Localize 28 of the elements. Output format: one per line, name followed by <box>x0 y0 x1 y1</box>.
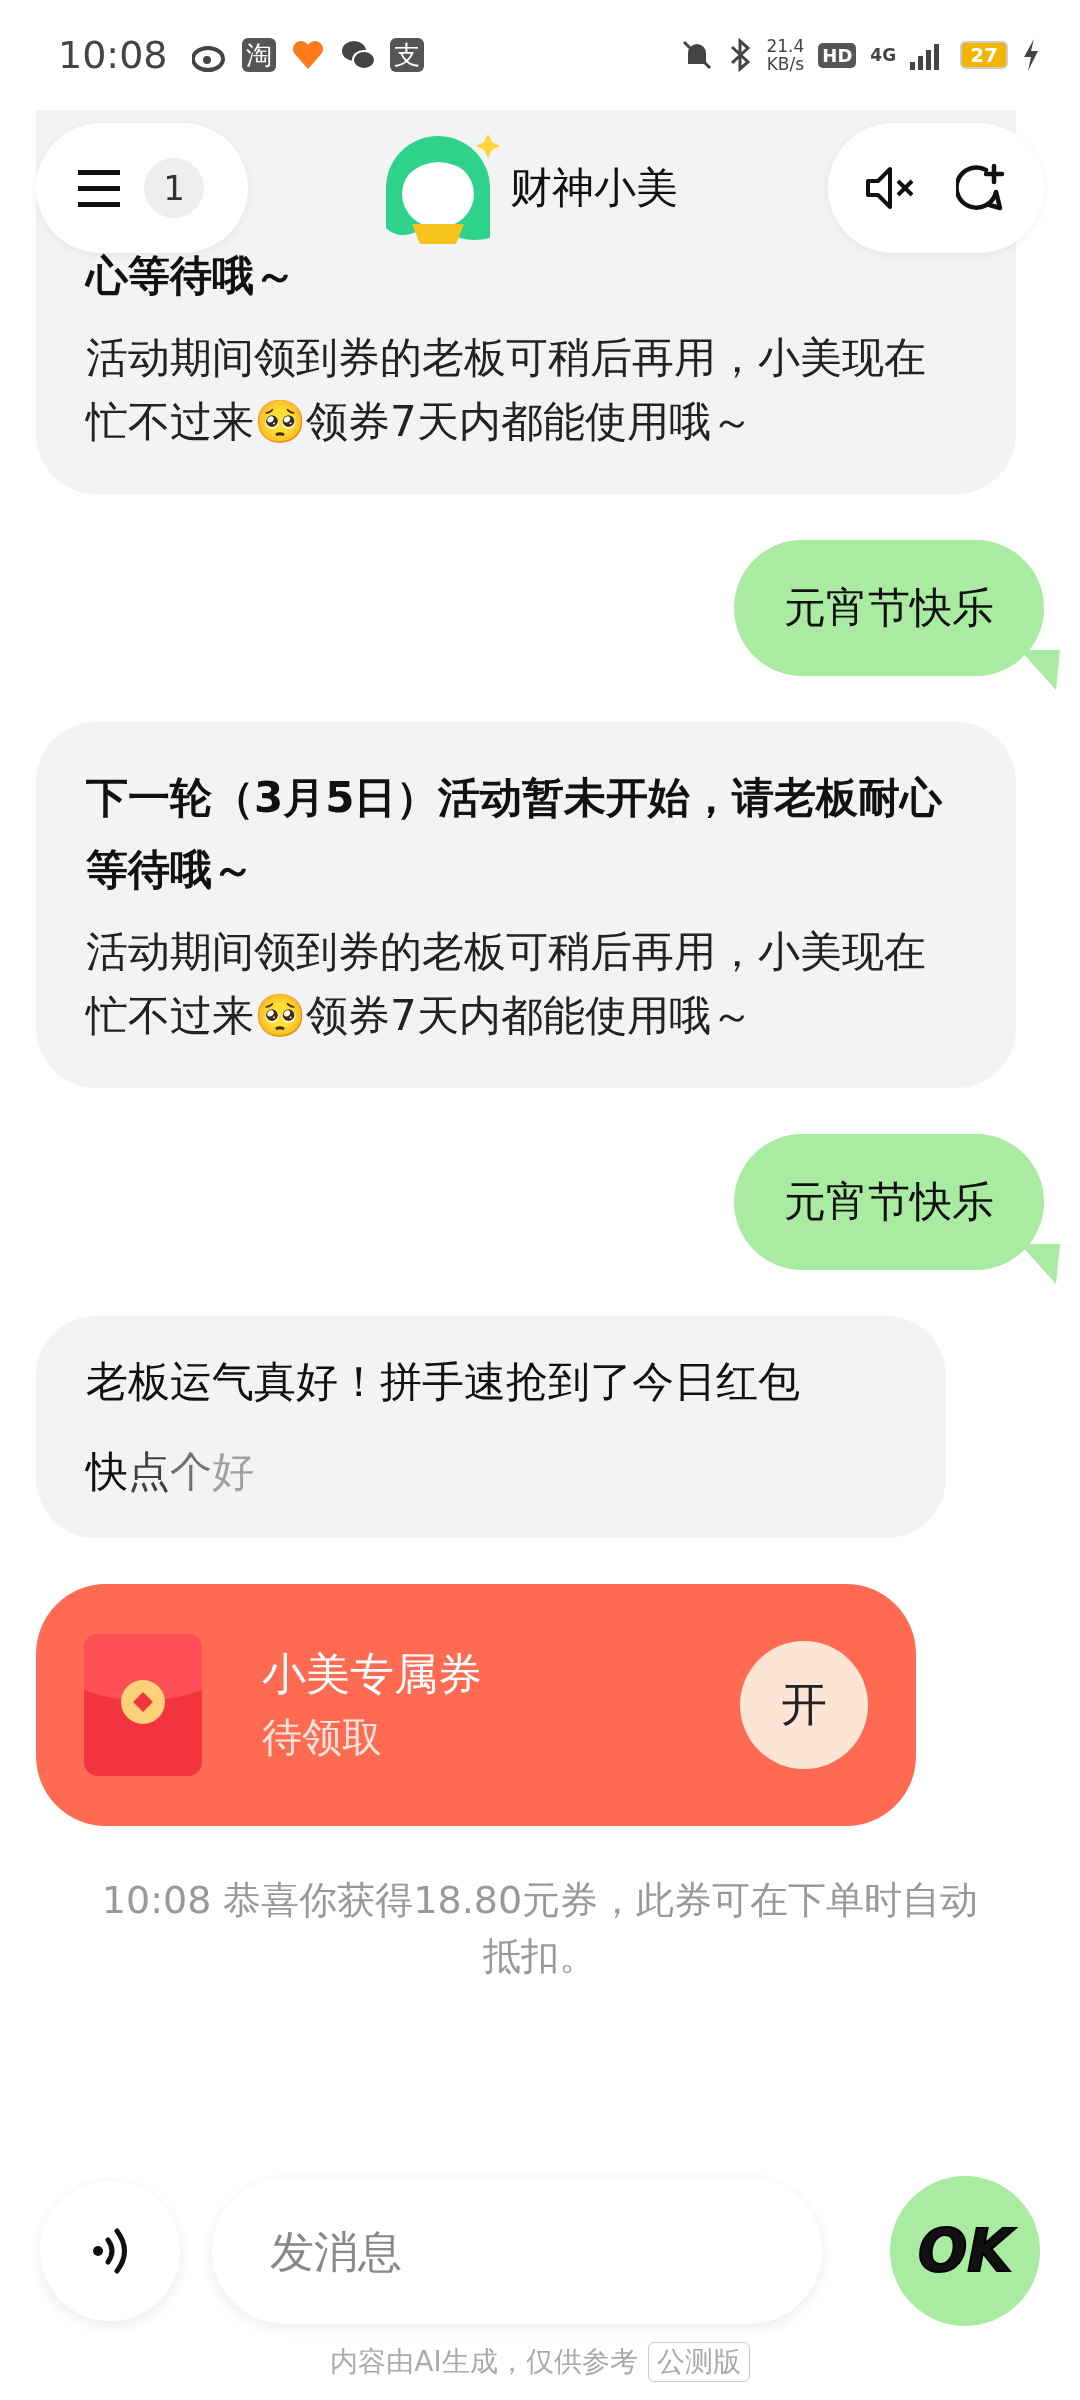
disclaimer-text: 内容由AI生成，仅供参考 <box>330 2344 638 2380</box>
status-time: 10:08 <box>58 33 168 77</box>
ok-button[interactable]: OK <box>890 2176 1040 2326</box>
speed-value: 21.4 <box>766 37 805 55</box>
count-badge: 1 <box>144 158 204 218</box>
app-icon: 支 <box>389 38 424 72</box>
network-type: 4G <box>870 45 897 65</box>
bluetooth-icon <box>728 38 753 72</box>
coupon-status: 待领取 <box>262 1713 383 1762</box>
message-text: 活动期间领到券的老板可稍后再用，小美现在忙不过来🥺领券7天内都能使用哦～ <box>86 926 927 1042</box>
message-text: 老板运气真好！拼手速抢到了今日红包 <box>86 1356 801 1408</box>
message-heading: 下一轮（3月5日）活动暂未开始，请老板耐心等待哦～ <box>86 772 944 896</box>
envelope-icon <box>84 1634 202 1776</box>
battery-level: 27 <box>960 41 1008 69</box>
message-text: 活动期间领到券的老板可稍后再用，小美现在忙不过来🥺领券7天内都能使用哦～ <box>86 332 927 448</box>
sound-waves-icon <box>90 2226 130 2276</box>
coupon-title: 小美专属券 <box>262 1647 483 1701</box>
hd-badge: HD <box>818 42 857 68</box>
speed-unit: KB/s <box>766 55 805 73</box>
chat-title: 财神小美 <box>510 162 678 214</box>
system-message: 10:08 恭喜你获得18.80元券，此券可在下单时自动抵扣。 <box>100 1877 980 1980</box>
beta-badge: 公测版 <box>647 2342 750 2382</box>
open-button[interactable]: 开 <box>740 1641 868 1769</box>
message-text: 快点个好 <box>86 1446 255 1498</box>
message-heading: 心等待哦～ <box>86 250 297 302</box>
coupon-card[interactable]: 小美专属券 待领取 开 <box>36 1584 916 1826</box>
message-input[interactable]: 发消息 <box>212 2178 822 2324</box>
app-icon: 淘 <box>241 38 276 72</box>
